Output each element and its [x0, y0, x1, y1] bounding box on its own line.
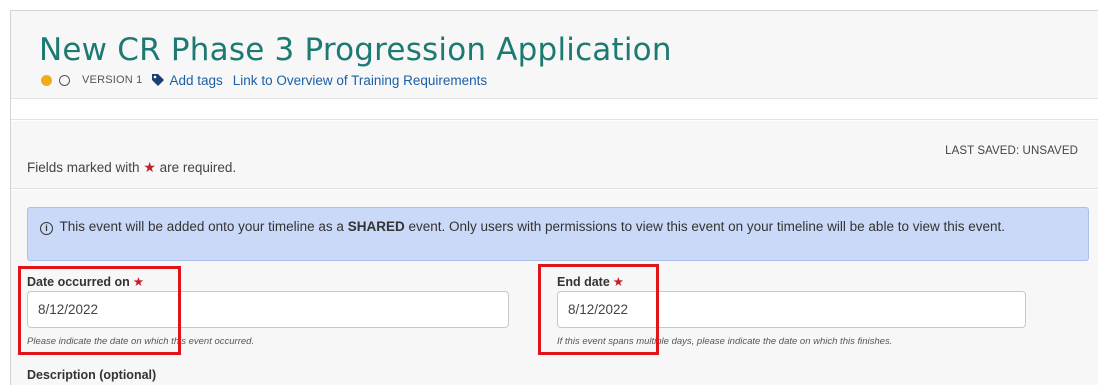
end-date-highlight — [538, 264, 659, 355]
required-note: Fields marked with ★ are required. — [27, 159, 237, 175]
page-title: New CR Phase 3 Progression Application — [39, 32, 672, 68]
add-tags-link[interactable]: Add tags — [170, 73, 223, 88]
overview-training-link[interactable]: Link to Overview of Training Requirement… — [233, 73, 487, 88]
status-dot-empty-icon — [59, 74, 70, 86]
status-dot-filled-icon — [41, 74, 52, 86]
spacer-band — [11, 99, 1098, 120]
shared-event-info-banner: i This event will be added onto your tim… — [27, 207, 1089, 261]
required-star-icon: ★ — [143, 159, 156, 175]
last-saved-status: LAST SAVED: UNSAVED — [945, 145, 1078, 157]
page-header: New CR Phase 3 Progression Application V… — [11, 11, 1098, 99]
version-label: VERSION 1 — [82, 74, 143, 86]
tag-icon[interactable] — [151, 73, 165, 87]
info-icon: i — [40, 222, 53, 235]
date-occurred-highlight — [18, 266, 181, 355]
description-label: Description (optional) — [27, 368, 157, 382]
form-header: Fields marked with ★ are required. LAST … — [11, 121, 1098, 189]
meta-bar: VERSION 1 Add tags Link to Overview of T… — [41, 72, 487, 88]
